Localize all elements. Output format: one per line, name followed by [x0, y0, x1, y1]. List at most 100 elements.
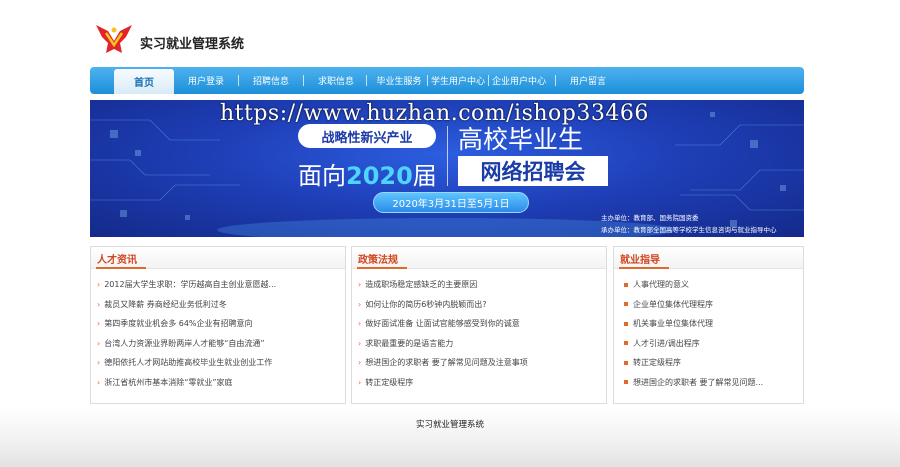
arrow-icon: ›: [97, 338, 101, 348]
banner-title-line1: 高校毕业生: [458, 125, 584, 154]
panel-policy: 政策法规 › 造成职场稳定感缺乏的主要原因 › 如何让你的简历6秒钟内脱颖而出? ›…: [351, 246, 607, 404]
list-item-text: 转正定级程序: [365, 377, 414, 387]
bullet-icon: [624, 321, 628, 326]
panel-title[interactable]: 政策法规: [358, 251, 398, 266]
nav-separator: [366, 75, 367, 86]
list-item[interactable]: › 2012届大学生求职：学历越高自主创业意愿越...: [97, 275, 345, 295]
news-list: 人事代理的意义 企业单位集体代理程序 机关事业单位集体代理 人才引进/调出程序 …: [614, 269, 803, 392]
list-item[interactable]: › 德阳依托人才网站助推高校毕业生就业创业工作: [97, 353, 345, 373]
list-item[interactable]: › 台湾人力资源业界盼两岸人才能够“自由流通”: [97, 334, 345, 354]
banner-tag: 战略性新兴产业: [298, 124, 436, 148]
list-item[interactable]: 想进国企的求职者 要了解常见问题...: [624, 373, 803, 393]
list-item-text: 机关事业单位集体代理: [633, 319, 713, 329]
site-header: 实习就业管理系统: [92, 18, 392, 60]
nav-separator: [427, 75, 428, 86]
list-item-text: 转正定级程序: [633, 358, 681, 368]
banner-divider: [447, 126, 448, 186]
panel-title-underline: [357, 267, 407, 269]
nav-messages[interactable]: 用户留言: [564, 67, 612, 94]
list-item-text: 想进国企的求职者 要了解常见问题...: [633, 377, 764, 387]
arrow-icon: ›: [97, 319, 101, 329]
list-item[interactable]: 企业单位集体代理程序: [624, 295, 803, 315]
banner-face-suffix: 届: [412, 162, 437, 190]
list-item[interactable]: › 如何让你的简历6秒钟内脱颖而出?: [358, 295, 606, 315]
list-item[interactable]: › 裁员又降薪 券商经纪业务低利过冬: [97, 295, 345, 315]
list-item-text: 企业单位集体代理程序: [633, 299, 713, 309]
news-list: › 造成职场稳定感缺乏的主要原因 › 如何让你的简历6秒钟内脱颖而出? › 做好面试准…: [352, 269, 606, 392]
panel-title[interactable]: 人才资讯: [97, 251, 137, 266]
list-item-text: 浙江省杭州市基本消除“零就业”家庭: [104, 377, 233, 387]
list-item[interactable]: › 造成职场稳定感缺乏的主要原因: [358, 275, 606, 295]
arrow-icon: ›: [97, 280, 101, 290]
list-item[interactable]: › 做好面试准备 让面试官能够感受到你的诚意: [358, 314, 606, 334]
page: 实习就业管理系统 首页 用户登录 招聘信息 求职信息 毕业生服务 学生用户中心 …: [0, 0, 900, 467]
panel-header: 就业指导: [614, 247, 803, 269]
list-item-text: 2012届大学生求职：学历越高自主创业意愿越...: [104, 280, 277, 290]
banner-face-year: 2020: [346, 162, 413, 190]
panel-header: 政策法规: [352, 247, 606, 269]
arrow-icon: ›: [358, 280, 362, 290]
banner-face-prefix: 面向: [298, 162, 346, 190]
nav-separator: [555, 75, 556, 86]
site-title: 实习就业管理系统: [140, 36, 245, 52]
arrow-icon: ›: [358, 338, 362, 348]
arrow-icon: ›: [97, 358, 101, 368]
list-item[interactable]: › 浙江省杭州市基本消除“零就业”家庭: [97, 373, 345, 393]
main-nav: 首页 用户登录 招聘信息 求职信息 毕业生服务 学生用户中心 企业用户中心 用户…: [90, 67, 804, 94]
list-item-text: 人事代理的意义: [633, 280, 689, 290]
arrow-icon: ›: [358, 299, 362, 309]
job-fair-banner[interactable]: https://www.huzhan.com/ishop33466 战略性新兴产…: [90, 100, 804, 237]
list-item[interactable]: 转正定级程序: [624, 353, 803, 373]
banner-title-line2: 网络招聘会: [458, 156, 608, 186]
arrow-icon: ›: [358, 377, 362, 387]
bullet-icon: [624, 360, 628, 365]
panel-career-guide: 就业指导 人事代理的意义 企业单位集体代理程序 机关事业单位集体代理 人才引进/…: [613, 246, 804, 404]
nav-separator: [488, 75, 489, 86]
arrow-icon: ›: [97, 299, 101, 309]
site-footer: 实习就业管理系统: [0, 408, 900, 467]
list-item[interactable]: › 求职最重要的是语言能力: [358, 334, 606, 354]
arrow-icon: ›: [358, 358, 362, 368]
bullet-icon: [624, 302, 628, 307]
arrow-icon: ›: [97, 377, 101, 387]
nav-seeking[interactable]: 求职信息: [312, 67, 360, 94]
list-item-text: 台湾人力资源业界盼两岸人才能够“自由流通”: [104, 338, 265, 348]
list-item[interactable]: › 第四季度就业机会多 64%企业有招聘意向: [97, 314, 345, 334]
panel-title-underline: [619, 267, 669, 269]
nav-home[interactable]: 首页: [114, 69, 174, 94]
list-item-text: 德阳依托人才网站助推高校毕业生就业创业工作: [104, 358, 273, 368]
nav-graduate-service[interactable]: 毕业生服务: [373, 67, 425, 94]
list-item-text: 裁员又降薪 券商经纪业务低利过冬: [104, 299, 227, 309]
nav-login[interactable]: 用户登录: [182, 67, 230, 94]
bullet-icon: [624, 282, 628, 287]
nav-separator: [303, 75, 304, 86]
nav-student-center[interactable]: 学生用户中心: [430, 67, 486, 94]
panel-title[interactable]: 就业指导: [620, 251, 660, 266]
nav-jobs[interactable]: 招聘信息: [247, 67, 295, 94]
panel-header: 人才资讯: [91, 247, 345, 269]
bullet-icon: [624, 341, 628, 346]
list-item[interactable]: › 转正定级程序: [358, 373, 606, 393]
list-item[interactable]: 人事代理的意义: [624, 275, 803, 295]
panel-talent-news: 人才资讯 › 2012届大学生求职：学历越高自主创业意愿越... › 裁员又降薪 券…: [90, 246, 346, 404]
nav-company-center[interactable]: 企业用户中心: [491, 67, 547, 94]
banner-organizer: 主办单位：教育部、国务院国资委: [601, 214, 699, 222]
list-item-text: 想进国企的求职者 要了解常见问题及注意事项: [365, 358, 528, 368]
list-item-text: 人才引进/调出程序: [633, 338, 700, 348]
list-item-text: 第四季度就业机会多 64%企业有招聘意向: [104, 319, 253, 329]
footer-text: 实习就业管理系统: [415, 420, 484, 430]
banner-co-organizer: 承办单位：教育部全国高等学校学生信息咨询与就业指导中心: [601, 226, 777, 234]
list-item[interactable]: 人才引进/调出程序: [624, 334, 803, 354]
watermark-url: https://www.huzhan.com/ishop33466: [220, 101, 649, 126]
list-item-text: 做好面试准备 让面试官能够感受到你的诚意: [365, 319, 520, 329]
list-item[interactable]: › 想进国企的求职者 要了解常见问题及注意事项: [358, 353, 606, 373]
logo-icon: [96, 25, 132, 53]
banner-date: 2020年3月31日至5月1日: [373, 192, 529, 213]
list-item-text: 造成职场稳定感缺乏的主要原因: [365, 280, 478, 290]
panel-title-underline: [96, 267, 146, 269]
list-item[interactable]: 机关事业单位集体代理: [624, 314, 803, 334]
nav-separator: [238, 75, 239, 86]
bullet-icon: [624, 380, 628, 385]
list-item-text: 如何让你的简历6秒钟内脱颖而出?: [365, 299, 487, 309]
arrow-icon: ›: [358, 319, 362, 329]
